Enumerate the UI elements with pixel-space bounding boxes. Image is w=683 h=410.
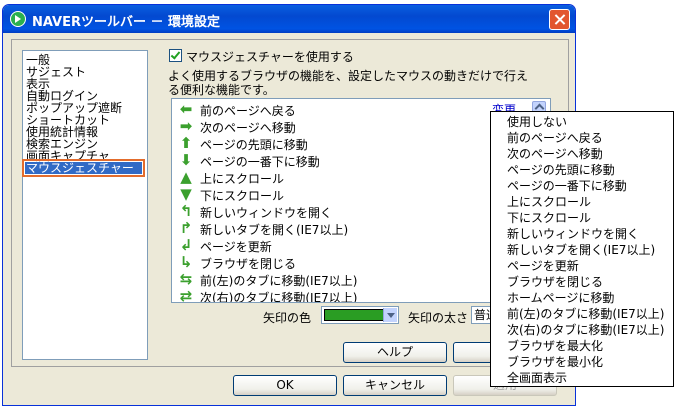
arrow-down-left-icon: ↲ (179, 236, 193, 254)
nav-item[interactable]: マウスジェスチャー (22, 159, 145, 177)
close-button[interactable] (549, 9, 570, 30)
window-title: NAVERツールバー － 環境設定 (32, 15, 221, 30)
menu-item[interactable]: 次のページへ移動 (507, 145, 603, 161)
cancel-button[interactable]: キャンセル (343, 375, 447, 396)
gesture-row-label: ページを更新 (200, 240, 272, 254)
naver-logo-icon (10, 11, 26, 27)
arrow-down-right-icon: ↳ (179, 253, 193, 271)
gesture-row-label: 上にスクロール (200, 172, 285, 186)
menu-item[interactable]: ホームページに移動 (507, 289, 614, 305)
arrow-left-icon: ⬅ (179, 100, 193, 118)
gesture-row-label: 前のページへ戻る (200, 104, 296, 118)
arrow-up-small-icon: ▲ (180, 168, 192, 186)
gesture-row-label: ページの先頭に移動 (200, 138, 308, 152)
category-list[interactable]: 一般 サジェスト 表示 自動ログイン ポップアップ遮断 ショートカット 使用統計情報 検索エン… (22, 50, 148, 360)
gesture-row-label: 前(左)のタブに移動(IE7以上) (200, 274, 358, 288)
menu-item[interactable]: 下にスクロール (507, 209, 591, 225)
menu-item[interactable]: 次(右)のタブに移動(IE7以上) (507, 321, 664, 337)
gesture-row-label: ページの一番下に移動 (200, 155, 320, 169)
arrow-right-left-icon: ⇄ (179, 287, 193, 303)
enable-gesture-checkbox[interactable] (169, 49, 182, 62)
settings-panel: 一般 サジェスト 表示 自動ログイン ポップアップ遮断 ショートカット 使用統計情報 検索エン… (11, 39, 569, 367)
menu-item[interactable]: ブラウザを最小化 (507, 353, 603, 369)
gesture-row-label: 次(右)のタブに移動(IE7以上) (200, 291, 358, 303)
arrow-right-icon: ➡ (179, 117, 193, 135)
arrow-color-dropdown[interactable] (321, 306, 399, 324)
gesture-row-label: 新しいウィンドウを開く (200, 206, 333, 220)
gesture-action-menu[interactable]: 使用しない 前のページへ戻る 次のページへ移動 ページの先頭に移動 ページの一番下に移動… (490, 111, 674, 387)
arrow-width-label: 矢印の太さ (408, 311, 469, 325)
dropdown-arrow-icon[interactable] (383, 308, 397, 322)
gesture-row-label: 次のページへ移動 (200, 121, 296, 135)
arrow-down-icon: ⬇ (179, 151, 193, 169)
arrow-color-swatch (324, 309, 384, 321)
gesture-description: よく使用するブラウザの機能を、設定したマウスの動きだけで行える便利な機能です。 (168, 69, 529, 97)
arrow-up-left-icon: ↰ (179, 202, 193, 220)
arrow-color-label: 矢印の色 (263, 311, 312, 325)
help-button[interactable]: ヘルプ (343, 342, 447, 363)
arrow-down-small-icon: ▼ (180, 185, 192, 203)
gesture-row-label: 新しいタブを開く(IE7以上) (200, 223, 349, 237)
menu-item[interactable]: ページの先頭に移動 (507, 161, 615, 177)
arrow-up-right-icon: ↱ (179, 219, 193, 237)
gesture-row-label: 下にスクロール (200, 189, 285, 203)
enable-gesture-label: マウスジェスチャーを使用する (186, 50, 354, 64)
menu-item[interactable]: 前のページへ戻る (507, 129, 603, 145)
menu-item[interactable]: 新しいウィンドウを開く (507, 225, 639, 241)
menu-item[interactable]: ページの一番下に移動 (507, 177, 627, 193)
menu-item[interactable]: 新しいタブを開く(IE7以上) (507, 241, 655, 257)
menu-item[interactable]: 前(左)のタブに移動(IE7以上) (507, 305, 664, 321)
menu-item[interactable]: ページを更新 (507, 257, 579, 273)
arrow-left-right-icon: ⇆ (179, 270, 193, 288)
gesture-row-label: ブラウザを閉じる (200, 257, 297, 271)
title-bar[interactable]: NAVERツールバー － 環境設定 (3, 5, 575, 33)
ok-button[interactable]: OK (233, 375, 337, 396)
menu-item[interactable]: 使用しない (507, 113, 567, 129)
menu-item[interactable]: ブラウザを最大化 (507, 337, 603, 353)
arrow-up-icon: ⬆ (179, 134, 193, 152)
menu-item[interactable]: 上にスクロール (507, 193, 591, 209)
menu-item[interactable]: ブラウザを閉じる (507, 273, 603, 289)
menu-item[interactable]: 全画面表示 (507, 369, 567, 385)
